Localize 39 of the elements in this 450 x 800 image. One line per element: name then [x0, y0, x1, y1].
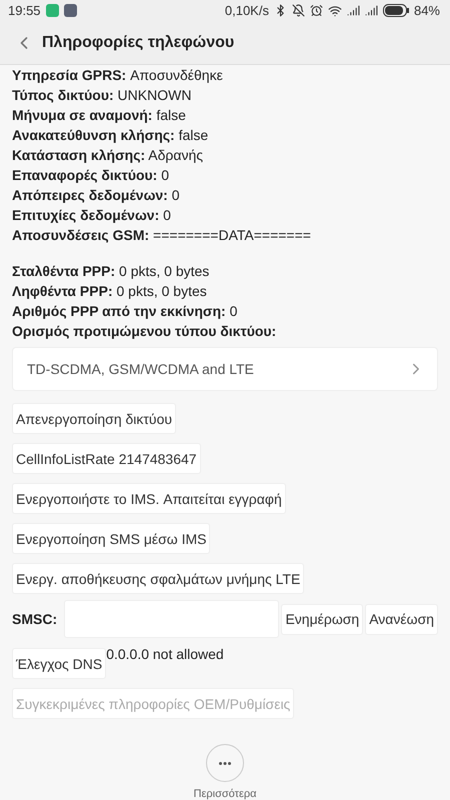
- network-type-dropdown[interactable]: TD-SCDMA, GSM/WCDMA and LTE: [12, 347, 438, 391]
- battery-percent: 84%: [414, 3, 440, 18]
- app-notification-icon: [46, 4, 59, 18]
- info-text: Επαναφορές δικτύου: 0: [12, 166, 170, 185]
- info-text: Αριθμός PPP από την εκκίνηση: 0: [12, 302, 238, 321]
- wifi-icon: [328, 4, 342, 18]
- action-button[interactable]: CellInfoListRate 2147483647: [12, 443, 201, 474]
- info-text: Επιτυχίες δεδομένων: 0: [12, 206, 172, 225]
- more-button[interactable]: [206, 744, 244, 782]
- info-text: Κατάσταση κλήσης: Αδρανής: [12, 146, 204, 165]
- alarm-icon: [310, 4, 323, 18]
- info-text: Τύπος δικτύου: UNKNOWN: [12, 86, 192, 105]
- app-notification-icon: [64, 4, 77, 18]
- field-label: Ορισμός προτιμώμενου τύπου δικτύου:: [12, 322, 278, 341]
- info-text: Ληφθέντα PPP: 0 pkts, 0 bytes: [12, 282, 208, 301]
- action-button[interactable]: Απενεργοποίηση δικτύου: [12, 403, 176, 434]
- more-label: Περισσότερα: [194, 788, 256, 800]
- more-icon: [219, 762, 231, 764]
- signal-icon: [346, 4, 360, 18]
- battery-icon: [382, 4, 409, 18]
- smsc-label: SMSC:: [12, 611, 58, 627]
- clock-time: 19:55: [8, 3, 41, 18]
- mute-icon: [292, 4, 305, 18]
- info-text: Μήνυμα σε αναμονή: false: [12, 106, 187, 125]
- action-button[interactable]: Ενεργ. αποθήκευσης σφαλμάτων μνήμης LTE: [12, 563, 304, 594]
- action-button[interactable]: Ενεργοποίηση SMS μέσω IMS: [12, 523, 210, 554]
- info-text: Αποσυνδέσεις GSM: ========DATA=======: [12, 226, 312, 245]
- update-button[interactable]: Ενημέρωση: [281, 604, 364, 634]
- info-text: Απόπειρες δεδομένων: 0: [12, 186, 181, 205]
- page-title: Πληροφορίες τηλεφώνου: [42, 34, 234, 52]
- dns-result: 0.0.0.0 not allowed: [106, 646, 224, 662]
- action-button[interactable]: Ενεργοποιήστε το IMS. Απαιτείται εγγραφή: [12, 483, 286, 514]
- info-text: Ανακατεύθυνση κλήσης: false: [12, 126, 210, 145]
- refresh-button[interactable]: Ανανέωση: [365, 604, 438, 634]
- info-text: Υπηρεσία GPRS: Αποσυνδέθηκε: [12, 66, 224, 85]
- network-speed: 0,10K/s: [224, 3, 269, 18]
- signal-icon: [364, 4, 378, 18]
- dns-check-button[interactable]: Έλεγχος DNS: [12, 648, 106, 679]
- info-text: Σταλθέντα PPP: 0 pkts, 0 bytes: [12, 262, 210, 281]
